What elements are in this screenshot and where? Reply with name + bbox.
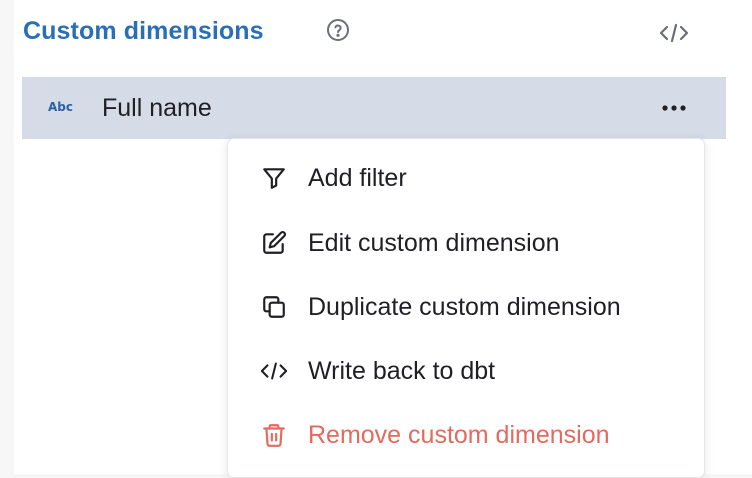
string-type-icon: Abc <box>48 100 73 114</box>
menu-item-remove-custom-dimension[interactable]: Remove custom dimension <box>228 408 704 462</box>
custom-dimensions-panel: Custom dimensions Abc Full name Add filt… <box>14 0 752 478</box>
dimension-label: Full name <box>102 94 212 122</box>
edit-icon <box>259 228 289 258</box>
dots-horizontal-icon <box>661 104 687 112</box>
menu-item-label: Add filter <box>308 163 407 192</box>
menu-item-duplicate-custom-dimension[interactable]: Duplicate custom dimension <box>228 280 704 334</box>
custom-dimension-row[interactable]: Abc Full name <box>22 77 726 139</box>
menu-item-label: Edit custom dimension <box>308 228 560 257</box>
menu-item-label: Remove custom dimension <box>308 420 610 449</box>
code-icon[interactable] <box>658 21 690 45</box>
menu-item-label: Duplicate custom dimension <box>308 292 621 321</box>
section-title: Custom dimensions <box>23 17 264 45</box>
copy-icon <box>259 292 289 322</box>
menu-item-add-filter[interactable]: Add filter <box>228 151 704 205</box>
dimension-actions-menu: Add filter Edit custom dimension Duplica… <box>227 138 705 478</box>
trash-icon <box>259 420 289 450</box>
code-icon <box>259 356 289 386</box>
menu-item-write-back-to-dbt[interactable]: Write back to dbt <box>228 344 704 398</box>
filter-icon <box>259 163 289 193</box>
menu-item-edit-custom-dimension[interactable]: Edit custom dimension <box>228 216 704 270</box>
menu-item-label: Write back to dbt <box>308 356 496 385</box>
question-circle-icon[interactable] <box>325 17 351 43</box>
more-options-button[interactable] <box>656 95 692 121</box>
